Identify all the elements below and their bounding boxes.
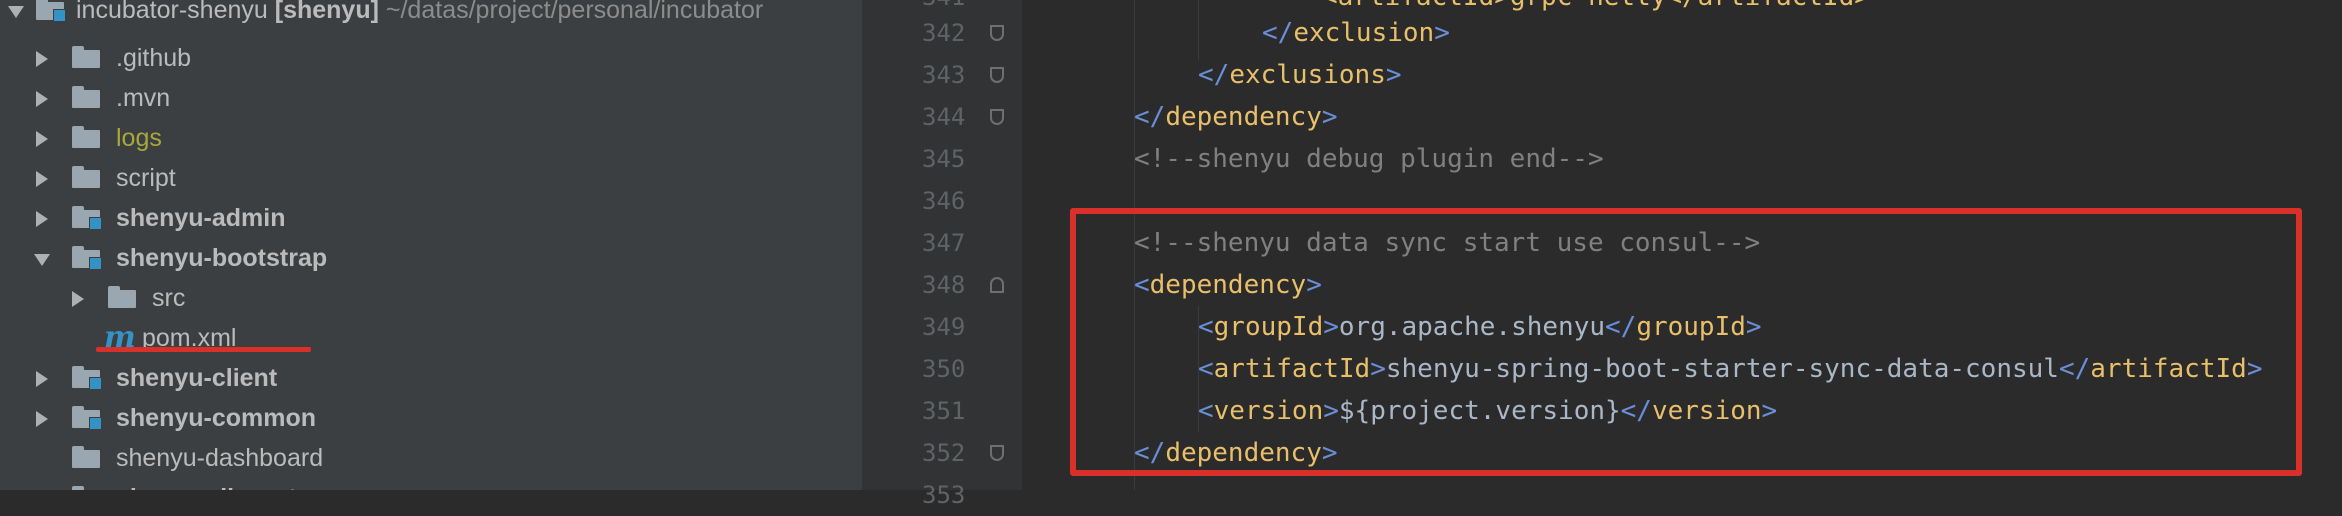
tree-item-shenyu-disruptor[interactable]: shenyu-disruptor xyxy=(0,478,862,490)
tree-item-label: shenyu-admin xyxy=(116,204,286,232)
module-folder-icon xyxy=(72,366,102,390)
fold-end-icon[interactable] xyxy=(990,25,1004,41)
line-number: 353 xyxy=(922,481,966,509)
tree-item-shenyu-common[interactable]: shenyu-common xyxy=(0,398,862,438)
folder-icon xyxy=(72,166,100,188)
tag-name: exclusion xyxy=(1293,18,1435,48)
tree-item-src[interactable]: src xyxy=(0,278,862,318)
line-number: 350 xyxy=(922,355,966,383)
chevron-right-icon[interactable] xyxy=(36,211,48,227)
tree-item-shenyu-dashboard[interactable]: shenyu-dashboard xyxy=(0,438,862,478)
folder-icon xyxy=(72,126,100,148)
tag-text: artifactId>grpc-netty</artifactId> xyxy=(1338,0,1870,12)
line-number: 345 xyxy=(922,145,966,173)
root-module: [shenyu] xyxy=(274,0,379,24)
root-path: ~/datas/project/personal/incubator xyxy=(385,0,764,24)
annotation-underline xyxy=(96,347,311,352)
folder-icon xyxy=(72,86,100,108)
tree-item-shenyu-admin[interactable]: shenyu-admin xyxy=(0,198,862,238)
root-name: incubator-shenyu xyxy=(76,0,268,24)
chevron-right-icon[interactable] xyxy=(36,371,48,387)
code-line-344: </dependency> xyxy=(1134,102,1338,132)
project-tree-panel: incubator-shenyu [shenyu] ~/datas/projec… xyxy=(0,0,862,490)
tree-item-label: script xyxy=(116,164,176,192)
line-number: 349 xyxy=(922,313,966,341)
chevron-right-icon[interactable] xyxy=(36,131,48,147)
line-number: 343 xyxy=(922,61,966,89)
module-folder-icon xyxy=(72,246,102,270)
module-folder-icon xyxy=(72,206,102,230)
tree-item-shenyu-bootstrap[interactable]: shenyu-bootstrap xyxy=(0,238,862,278)
tree-item-label: .mvn xyxy=(116,84,171,112)
chevron-right-icon[interactable] xyxy=(36,411,48,427)
fold-start-icon[interactable] xyxy=(990,277,1004,293)
tree-item-label: shenyu-disruptor xyxy=(116,484,322,490)
folder-icon xyxy=(108,286,136,308)
chevron-right-icon[interactable] xyxy=(36,51,48,67)
tree-item-label: shenyu-bootstrap xyxy=(116,244,328,272)
tree-item-github[interactable]: .github xyxy=(0,38,862,78)
tree-item-shenyu-client[interactable]: shenyu-client xyxy=(0,358,862,398)
folder-icon xyxy=(72,446,100,468)
indent-guide xyxy=(1198,0,1199,60)
chevron-right-icon[interactable] xyxy=(72,291,84,307)
line-number: 344 xyxy=(922,103,966,131)
tree-item-script[interactable]: script xyxy=(0,158,862,198)
tree-item-mvn[interactable]: .mvn xyxy=(0,78,862,118)
tree-item-label: shenyu-dashboard xyxy=(116,444,324,472)
module-folder-icon xyxy=(72,406,102,430)
line-number: 351 xyxy=(922,397,966,425)
code-line-345: <!--shenyu debug plugin end--> xyxy=(1134,144,1604,174)
module-folder-icon xyxy=(72,486,100,490)
tree-item-label: shenyu-common xyxy=(116,404,317,432)
line-number: 342 xyxy=(922,19,966,47)
folder-icon xyxy=(36,0,66,22)
code-line-343: </exclusions> xyxy=(1198,60,1402,90)
fold-end-icon[interactable] xyxy=(990,445,1004,461)
tree-root-label: incubator-shenyu [shenyu] ~/datas/projec… xyxy=(76,0,763,25)
tree-item-pom-xml[interactable]: m pom.xml xyxy=(0,318,862,358)
tree-root-row[interactable]: incubator-shenyu [shenyu] ~/datas/projec… xyxy=(0,0,862,30)
tree-item-label: shenyu-client xyxy=(116,364,278,392)
line-number: 348 xyxy=(922,271,966,299)
tree-item-label: src xyxy=(152,284,186,312)
annotation-highlight-box xyxy=(1070,208,2302,476)
tree-item-label: logs xyxy=(116,124,162,152)
chevron-down-icon[interactable] xyxy=(8,6,24,18)
fold-end-icon[interactable] xyxy=(990,67,1004,83)
tag-name: dependency xyxy=(1165,102,1322,132)
chevron-right-icon[interactable] xyxy=(36,171,48,187)
fold-end-icon[interactable] xyxy=(990,109,1004,125)
folder-icon xyxy=(72,46,100,68)
code-line-342: </exclusion> xyxy=(1262,18,1450,48)
tag-name: exclusions xyxy=(1229,60,1386,90)
line-number: 346 xyxy=(922,187,966,215)
chevron-right-icon[interactable] xyxy=(36,91,48,107)
line-number: 352 xyxy=(922,439,966,467)
tree-item-logs[interactable]: logs xyxy=(0,118,862,158)
line-number: 347 xyxy=(922,229,966,257)
tree-item-label: .github xyxy=(116,44,192,72)
chevron-down-icon[interactable] xyxy=(34,254,50,266)
